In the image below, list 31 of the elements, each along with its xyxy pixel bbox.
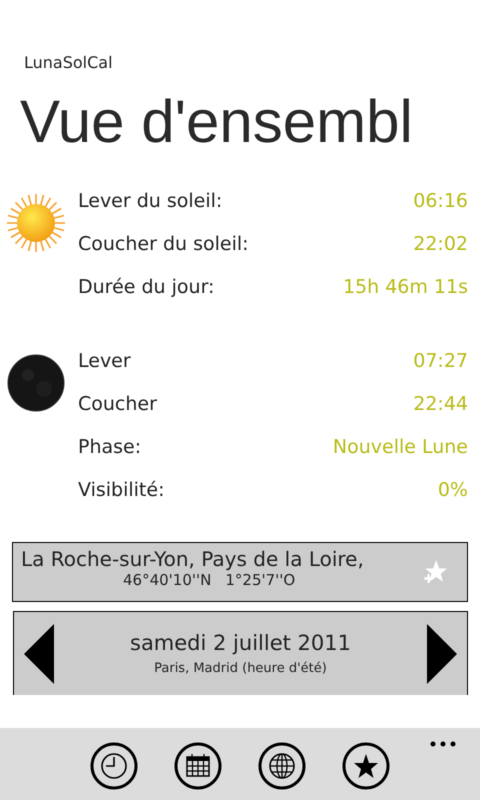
row-value: Nouvelle Lune	[332, 436, 468, 458]
globe-icon[interactable]	[258, 742, 306, 790]
clock-icon[interactable]	[90, 742, 138, 790]
sun-icon	[6, 193, 66, 253]
row-value: 07:27	[413, 350, 468, 372]
previous-day-button[interactable]	[24, 624, 54, 684]
row-value: 22:44	[413, 392, 468, 414]
row-label: Lever du soleil:	[78, 190, 222, 212]
row-value: 06:16	[413, 190, 468, 212]
calendar-icon[interactable]	[174, 742, 222, 790]
moon-icon	[6, 353, 66, 413]
row-value: 22:02	[413, 232, 468, 254]
location-name: La Roche-sur-Yon, Pays de la Loire,	[20, 546, 365, 571]
row-value: 0%	[438, 478, 468, 500]
timezone-label: Paris, Madrid (heure d'été)	[153, 661, 328, 676]
more-icon[interactable]	[430, 741, 456, 747]
row-label: Lever	[78, 350, 131, 372]
row-label: Coucher	[78, 392, 157, 414]
page-title: Vue d'ensembl	[19, 87, 414, 157]
row-label: Phase:	[78, 436, 142, 458]
longitude: 1°25'7''O	[225, 571, 296, 589]
row-label: Visibilité:	[78, 478, 164, 500]
favorites-icon[interactable]	[342, 742, 390, 790]
row-value: 15h 46m 11s	[342, 276, 468, 298]
app-name: LunaSolCal	[23, 52, 114, 74]
next-day-button[interactable]	[426, 624, 457, 684]
date-label: samedi 2 juillet 2011	[130, 631, 351, 655]
row-label: Coucher du soleil:	[78, 232, 249, 254]
latitude: 46°40'10''N	[123, 571, 212, 589]
location-panel[interactable]: La Roche-sur-Yon, Pays de la Loire, 46°40'10''N 1°25'7''O	[12, 542, 468, 602]
row-label: Durée du jour:	[78, 276, 214, 298]
